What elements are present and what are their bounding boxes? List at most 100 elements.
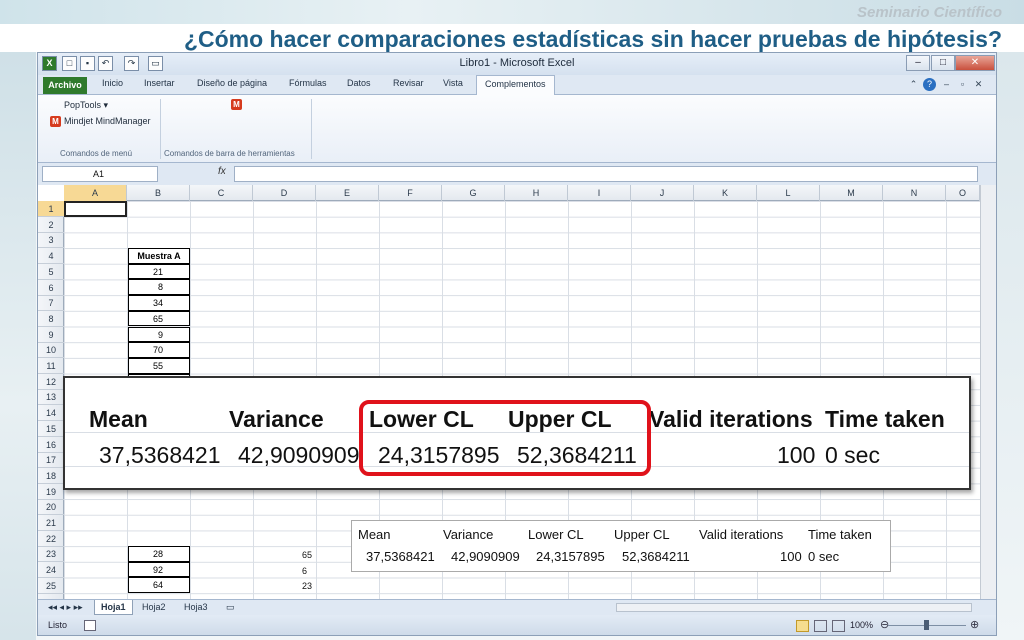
tab-insertar[interactable]: Insertar [144, 78, 175, 88]
tab-diseno-de-pagina[interactable]: Diseño de página [197, 78, 267, 88]
small-header-upper-cl[interactable]: Upper CL [614, 527, 670, 542]
sheet-tab-hoja3[interactable]: Hoja3 [178, 600, 214, 615]
muestra-a-cell[interactable]: 21 [128, 263, 190, 280]
muestra-a-cell[interactable]: 9 [128, 326, 190, 343]
sheet-tab-hoja2[interactable]: Hoja2 [136, 600, 172, 615]
row-header[interactable]: 11 [38, 358, 64, 374]
row-header[interactable]: 6 [38, 280, 64, 296]
column-header[interactable]: O [946, 185, 980, 201]
row-header[interactable]: 3 [38, 232, 64, 249]
help-icon[interactable]: ? [923, 78, 936, 91]
tab-formulas[interactable]: Fórmulas [289, 78, 327, 88]
name-box[interactable]: A1 [42, 166, 158, 182]
tab-inicio[interactable]: Inicio [102, 78, 123, 88]
muestra-a-cell[interactable]: 55 [128, 357, 190, 374]
row-header[interactable]: 8 [38, 311, 64, 327]
horizontal-scrollbar[interactable] [616, 603, 972, 612]
poptools-menu[interactable]: PopTools ▾ [64, 100, 108, 111]
row-header[interactable]: 25 [38, 578, 64, 594]
small-value-lower-cl[interactable]: 24,3157895 [536, 549, 605, 564]
row-header[interactable]: 15 [38, 421, 64, 437]
row-header[interactable]: 4 [38, 248, 64, 265]
row-header[interactable]: 16 [38, 437, 64, 453]
row-header[interactable]: 21 [38, 515, 64, 531]
column-header[interactable]: N [883, 185, 946, 201]
doc-restore-icon[interactable]: ▫ [956, 78, 969, 91]
small-value-upper-cl[interactable]: 52,3684211 [622, 549, 690, 564]
small-header-variance[interactable]: Variance [443, 527, 493, 542]
muestra-a-cell[interactable]: 65 [128, 310, 190, 327]
row-header[interactable]: 12 [38, 374, 64, 390]
mindmanager-button[interactable]: M Mindjet MindManager [50, 116, 151, 128]
row-header[interactable]: 17 [38, 452, 64, 469]
column-d-cell[interactable]: 23 [302, 581, 312, 591]
tab-complementos[interactable]: Complementos [476, 75, 555, 96]
maximize-button[interactable]: □ [931, 55, 955, 71]
column-header[interactable]: K [694, 185, 757, 201]
column-header[interactable]: A [64, 185, 127, 201]
row-header[interactable]: 22 [38, 531, 64, 547]
muestra-a-cell[interactable]: 70 [128, 342, 190, 358]
zoom-slider-knob[interactable] [924, 620, 929, 630]
column-d-cell[interactable]: 6 [302, 566, 307, 576]
row-header[interactable]: 19 [38, 484, 64, 500]
tab-vista[interactable]: Vista [443, 78, 463, 88]
mindmanager-toolbar-button[interactable]: M [231, 99, 245, 111]
column-d-cell[interactable]: 65 [302, 550, 312, 560]
page-break-icon[interactable] [832, 620, 845, 632]
row-header[interactable]: 14 [38, 405, 64, 422]
close-button[interactable]: ✕ [955, 55, 995, 71]
muestra-a-cell[interactable]: 8 [128, 279, 190, 296]
normal-view-icon[interactable] [796, 620, 809, 632]
row-header[interactable]: 7 [38, 295, 64, 312]
insert-sheet-icon[interactable]: ▭ [220, 600, 241, 615]
small-header-time-taken[interactable]: Time taken [808, 527, 872, 542]
column-header[interactable]: J [631, 185, 694, 201]
small-value-time-taken[interactable]: 0 sec [808, 549, 839, 564]
column-header[interactable]: F [379, 185, 442, 201]
tab-archivo[interactable]: Archivo [43, 77, 87, 94]
ribbon-collapse-icon[interactable]: ⌃ [907, 78, 920, 91]
page-layout-icon[interactable] [814, 620, 827, 632]
formula-input[interactable] [234, 166, 978, 182]
column-header[interactable]: E [316, 185, 379, 201]
column-header[interactable]: D [253, 185, 316, 201]
column-header[interactable]: I [568, 185, 631, 201]
tab-datos[interactable]: Datos [347, 78, 371, 88]
column-header[interactable]: L [757, 185, 820, 201]
column-header[interactable]: H [505, 185, 568, 201]
small-value-variance[interactable]: 42,9090909 [451, 549, 520, 564]
muestra-a-cell[interactable]: 64 [128, 577, 190, 594]
row-header[interactable]: 10 [38, 342, 64, 359]
tab-revisar[interactable]: Revisar [393, 78, 424, 88]
small-value-mean[interactable]: 37,5368421 [366, 549, 435, 564]
row-header[interactable]: 23 [38, 546, 64, 563]
row-header[interactable]: 1 [38, 201, 64, 217]
selected-cell-a1[interactable] [64, 201, 127, 217]
doc-close-icon[interactable]: ✕ [972, 78, 985, 91]
muestra-a-header[interactable]: Muestra A [128, 248, 190, 264]
minimize-button[interactable]: – [906, 55, 930, 71]
column-header[interactable]: G [442, 185, 505, 201]
small-value-valid-iterations[interactable]: 100 [780, 549, 802, 564]
sheet-tab-hoja1[interactable]: Hoja1 [94, 600, 133, 615]
macro-record-icon[interactable] [84, 620, 96, 631]
row-header[interactable]: 13 [38, 389, 64, 406]
doc-minimize-icon[interactable]: – [940, 78, 953, 91]
muestra-a-cell[interactable]: 92 [128, 561, 190, 578]
column-header[interactable]: B [127, 185, 190, 201]
muestra-a-cell[interactable]: 34 [128, 295, 190, 311]
column-header[interactable]: C [190, 185, 253, 201]
zoom-in-icon[interactable]: ⊕ [970, 618, 979, 631]
row-header[interactable]: 9 [38, 327, 64, 343]
muestra-a-cell[interactable]: 28 [128, 546, 190, 562]
sheet-nav-icon[interactable]: ◂◂ ◂ ▸ ▸▸ [42, 600, 89, 615]
row-header[interactable]: 2 [38, 217, 64, 233]
small-header-lower-cl[interactable]: Lower CL [528, 527, 584, 542]
row-header[interactable]: 24 [38, 562, 64, 579]
row-header[interactable]: 20 [38, 499, 64, 516]
column-header[interactable]: M [820, 185, 883, 201]
small-header-mean[interactable]: Mean [358, 527, 391, 542]
fx-icon[interactable]: fx [218, 166, 226, 177]
row-header[interactable]: 5 [38, 264, 64, 280]
